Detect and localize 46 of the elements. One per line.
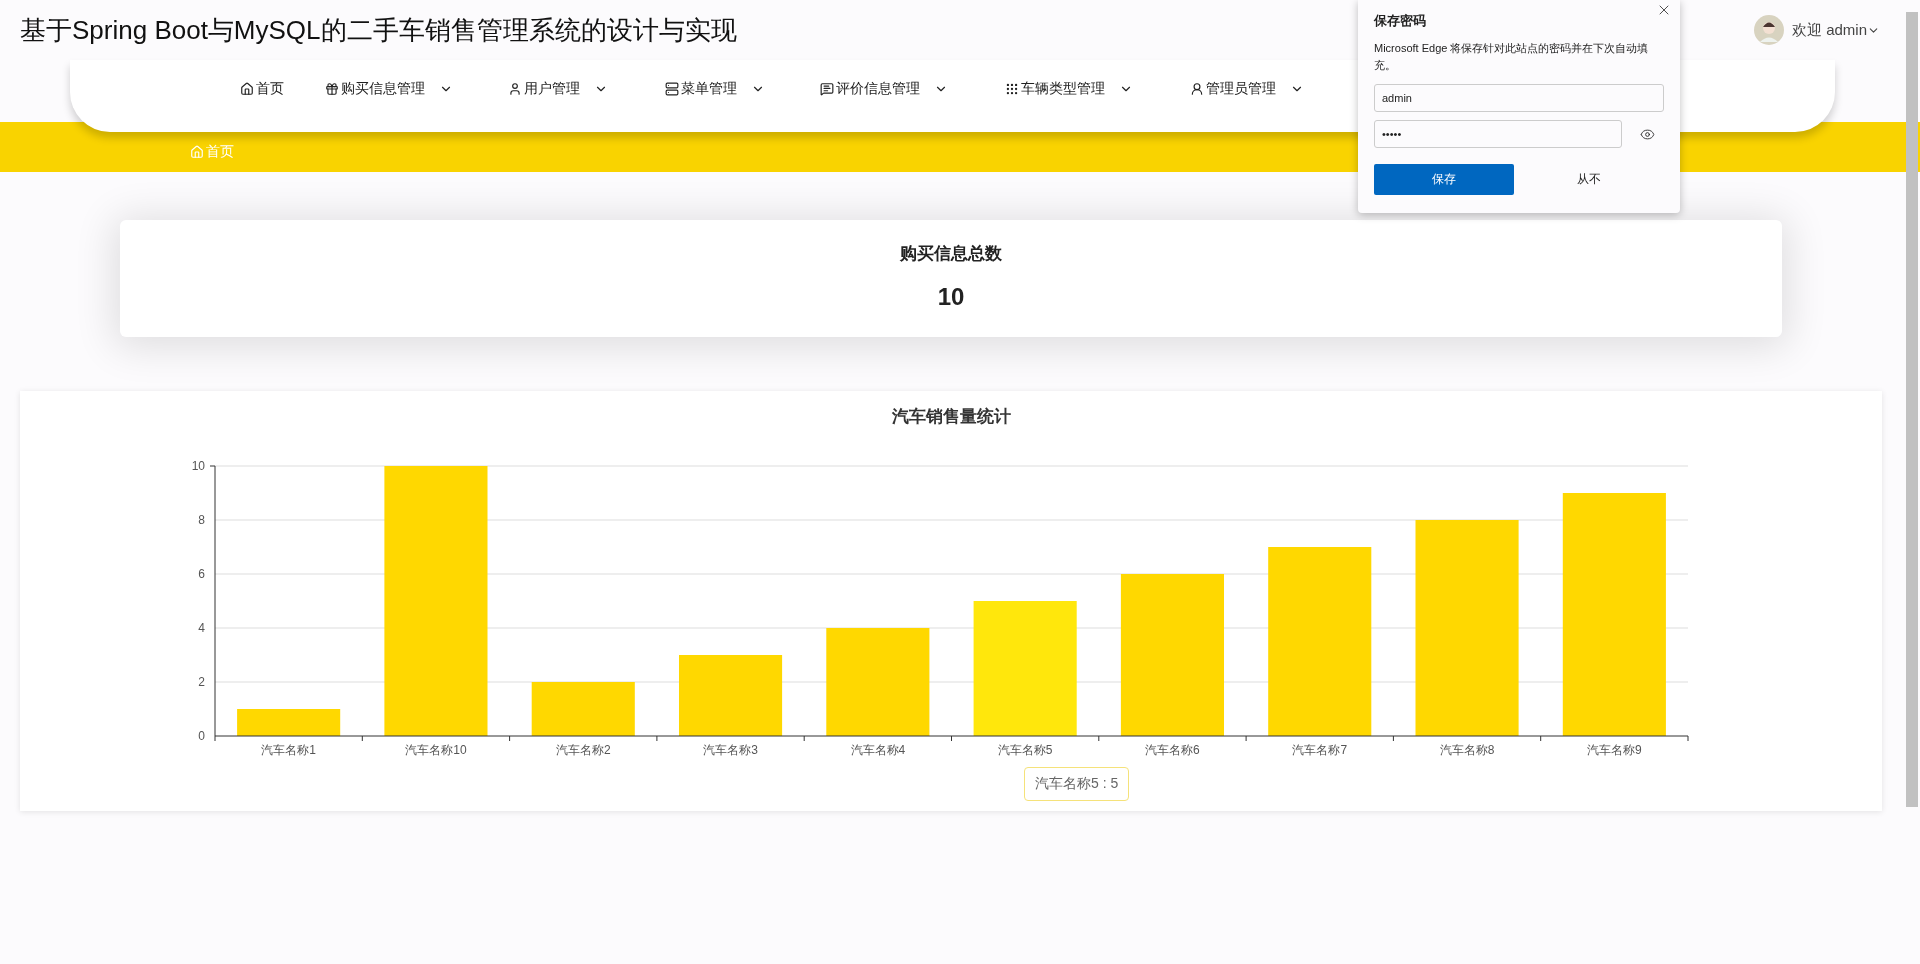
nav-item[interactable]: 用户管理: [508, 80, 665, 98]
axis-tick-label: 0: [198, 729, 205, 743]
axis-tick-label: 2: [198, 675, 205, 689]
eye-icon[interactable]: [1640, 126, 1655, 142]
nav-item[interactable]: 管理员管理: [1190, 80, 1340, 98]
nav-icon: [1190, 82, 1204, 96]
nav-icon: [325, 82, 339, 96]
nav-item[interactable]: 购买信息管理: [325, 80, 508, 98]
axis-tick-label: 汽车名称6: [1145, 743, 1200, 757]
scrollbar[interactable]: [1906, 12, 1918, 807]
user-menu[interactable]: 欢迎 admin: [1791, 20, 1880, 40]
popup-title: 保存密码: [1374, 12, 1427, 30]
home-icon: [190, 145, 204, 159]
nav-icon: [820, 82, 834, 96]
nav-item[interactable]: 首页: [240, 80, 325, 98]
axis-tick-label: 汽车名称7: [1292, 743, 1348, 757]
username-field[interactable]: admin: [1374, 84, 1664, 112]
stat-title: 购买信息总数: [900, 243, 1002, 265]
axis-tick-label: 8: [198, 513, 205, 527]
axis-tick-label: 汽车名称10: [405, 743, 467, 757]
axis-tick-label: 汽车名称8: [1439, 743, 1495, 757]
nav-icon: [1005, 82, 1019, 96]
axis-tick-label: 汽车名称3: [703, 743, 758, 757]
stat-value: 10: [937, 283, 965, 311]
chart-tooltip: 汽车名称5 : 5: [1024, 767, 1130, 801]
avatar-icon: [1753, 15, 1784, 45]
axis-tick-label: 4: [198, 621, 205, 635]
axis-tick-label: 6: [198, 567, 205, 581]
password-field[interactable]: •••••: [1374, 120, 1622, 148]
nav-item[interactable]: 菜单管理: [665, 80, 820, 98]
axis-tick-label: 汽车名称1: [261, 743, 316, 757]
popup-message: Microsoft Edge 将保存针对此站点的密码并在下次自动填充。: [1374, 41, 1650, 73]
nav-icon: [240, 82, 254, 96]
nav-icon: [665, 82, 679, 96]
axis-tick-label: 汽车名称2: [555, 743, 611, 757]
chart-title: 汽车销售量统计: [890, 406, 1012, 428]
save-button[interactable]: 保存: [1374, 164, 1514, 195]
axis-tick-label: 汽车名称4: [850, 743, 906, 757]
axis-tick-label: 10: [191, 459, 205, 473]
axis-tick-label: 汽车名称5: [997, 743, 1053, 757]
never-button[interactable]: 从不: [1514, 164, 1664, 195]
app-title: 基于Spring Boot与MySQL的二手车销售管理系统的设计与实现: [20, 13, 737, 47]
nav-item[interactable]: 评价信息管理: [820, 80, 1005, 98]
nav-icon: [508, 82, 522, 96]
nav-item[interactable]: 车辆类型管理: [1005, 80, 1190, 98]
axis-tick-label: 汽车名称9: [1587, 743, 1642, 757]
